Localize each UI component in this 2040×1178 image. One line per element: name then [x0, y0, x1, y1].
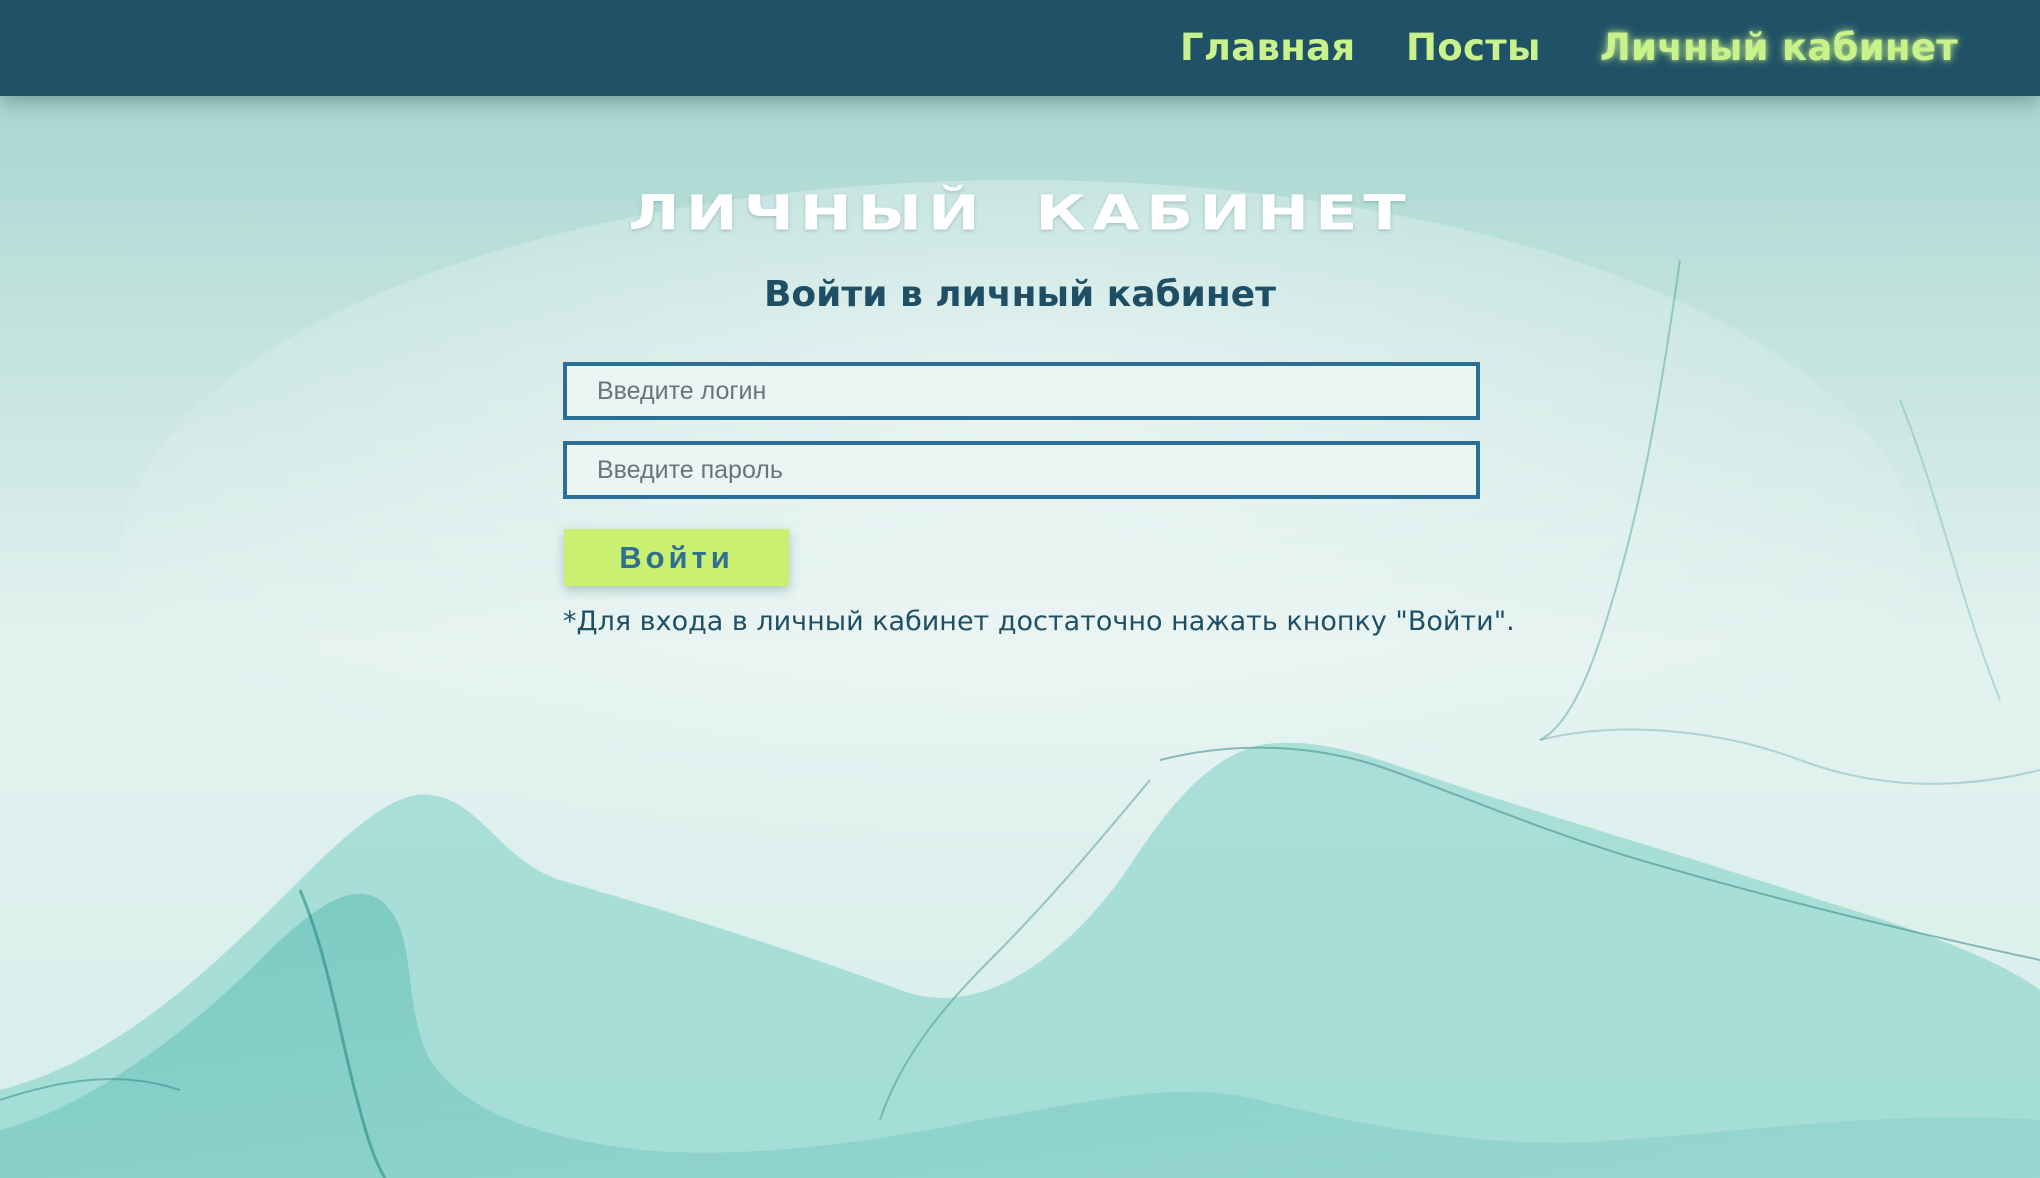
background-watercolor-image: [0, 0, 2040, 1178]
page-title: Личный кабинет: [628, 184, 1412, 241]
nav-link-account[interactable]: Личный кабинет: [1600, 26, 1958, 69]
login-button[interactable]: Войти: [564, 529, 789, 586]
login-note: *Для входа в личный кабинет достаточно н…: [563, 606, 1515, 637]
nav-link-home[interactable]: Главная: [1180, 26, 1355, 69]
nav-link-posts[interactable]: Посты: [1406, 26, 1541, 69]
page-subtitle: Войти в личный кабинет: [763, 274, 1277, 315]
password-input[interactable]: [563, 441, 1480, 499]
header-bar: Главная Посты Личный кабинет: [0, 0, 2040, 96]
login-input[interactable]: [563, 362, 1480, 420]
